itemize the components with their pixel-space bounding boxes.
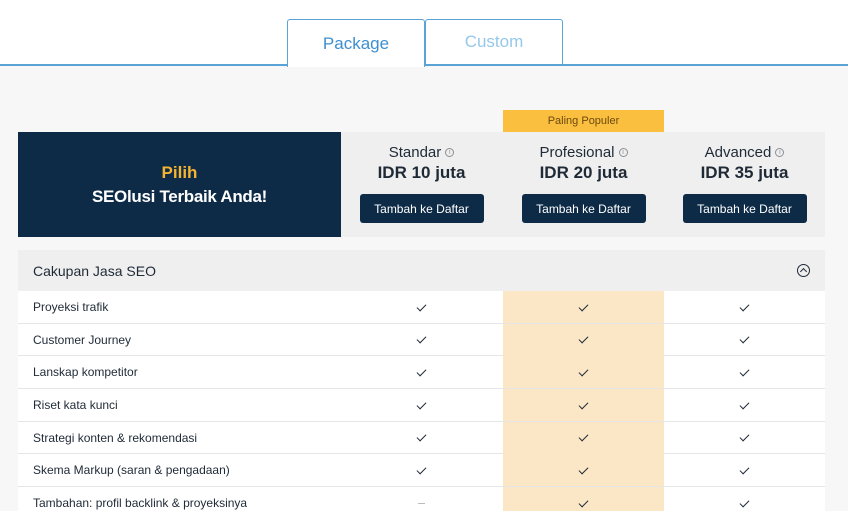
plan-price: IDR 20 juta xyxy=(539,163,628,182)
plan-name: Advanced i xyxy=(705,144,785,161)
check-icon xyxy=(739,301,750,311)
check-icon xyxy=(739,497,750,508)
section-toggle-seo-scope[interactable]: Cakupan Jasa SEO xyxy=(18,250,825,291)
feature-cell xyxy=(664,487,825,511)
feature-cell xyxy=(664,422,825,454)
hero-pick-text: Pilih xyxy=(161,162,198,182)
table-row: Tambahan: profil backlink & proyeksinya xyxy=(18,487,825,511)
check-icon xyxy=(578,399,589,410)
table-row: Lanskap kompetitor xyxy=(18,356,825,390)
feature-cell xyxy=(503,487,664,511)
feature-cell xyxy=(341,291,502,323)
check-icon xyxy=(416,366,427,377)
tab-bar: Package Custom xyxy=(0,0,848,67)
feature-cell xyxy=(341,487,502,511)
check-icon xyxy=(416,464,427,475)
feature-cell xyxy=(664,389,825,421)
check-icon xyxy=(416,333,427,344)
plan-price: IDR 10 juta xyxy=(377,163,466,182)
check-icon xyxy=(739,399,750,410)
popular-badge: Paling Populer xyxy=(503,110,664,132)
tab-custom[interactable]: Custom xyxy=(425,19,563,64)
feature-label: Riset kata kunci xyxy=(33,398,118,413)
check-icon xyxy=(739,431,750,442)
hero-panel: Pilih SEOlusi Terbaik Anda! xyxy=(18,132,341,237)
check-icon xyxy=(739,366,750,377)
plan-name: Profesional i xyxy=(539,144,628,161)
feature-cell xyxy=(341,324,502,356)
feature-label: Proyeksi trafik xyxy=(33,300,109,314)
feature-cell xyxy=(341,356,502,388)
pricing-table: Paling Populer Pilih SEOlusi Terbaik And… xyxy=(0,66,848,511)
add-to-list-button[interactable]: Tambah ke Daftar xyxy=(521,194,646,223)
plan-standar: Standar i IDR 10 juta Tambah ke Daftar xyxy=(341,132,502,237)
hero-title: SEOlusi Terbaik Anda! xyxy=(91,186,268,206)
feature-cell xyxy=(341,389,502,421)
check-icon xyxy=(578,333,589,344)
dash-icon xyxy=(418,502,425,504)
pricing-header: Pilih SEOlusi Terbaik Anda! Standar i ID… xyxy=(18,132,825,237)
feature-label: Customer Journey xyxy=(33,332,132,347)
feature-cell xyxy=(341,422,502,454)
feature-cell xyxy=(341,454,502,486)
table-row: Strategi konten & rekomendasi xyxy=(18,421,825,455)
feature-cell xyxy=(664,454,825,486)
plan-name-label: Standar xyxy=(388,144,442,161)
plan-price: IDR 35 juta xyxy=(700,163,789,182)
feature-cell xyxy=(664,356,825,388)
tab-package[interactable]: Package xyxy=(287,19,425,67)
check-icon xyxy=(739,333,750,344)
feature-cell xyxy=(503,389,664,422)
chevron-up-circle-icon[interactable] xyxy=(797,264,810,277)
info-icon[interactable]: i xyxy=(618,148,628,157)
feature-cell xyxy=(503,454,664,487)
feature-cell xyxy=(503,323,664,356)
check-icon xyxy=(578,497,589,508)
feature-cell xyxy=(503,421,664,454)
table-row: Skema Markup (saran & pengadaan) xyxy=(18,454,825,488)
table-row: Customer Journey xyxy=(18,323,825,357)
add-to-list-button[interactable]: Tambah ke Daftar xyxy=(359,194,484,223)
feature-cell xyxy=(503,291,664,323)
section-title: Cakupan Jasa SEO xyxy=(33,262,156,279)
check-icon xyxy=(578,431,589,442)
check-icon xyxy=(416,301,427,311)
table-row: Riset kata kunci xyxy=(18,389,825,422)
info-icon[interactable]: i xyxy=(445,148,455,157)
plan-name: Standar i xyxy=(389,144,455,161)
info-icon[interactable]: i xyxy=(775,148,785,157)
check-icon xyxy=(416,399,427,410)
check-icon xyxy=(578,464,589,475)
feature-cell xyxy=(664,324,825,356)
check-icon xyxy=(416,431,427,442)
check-icon xyxy=(739,464,750,475)
feature-label: Lanskap kompetitor xyxy=(33,365,138,380)
feature-label: Strategi konten & rekomendasi xyxy=(33,430,198,445)
plan-name-label: Advanced xyxy=(704,144,772,161)
check-icon xyxy=(578,301,589,311)
feature-cell xyxy=(664,291,825,323)
feature-label: Tambahan: profil backlink & proyeksinya xyxy=(33,496,248,511)
plan-name-label: Profesional xyxy=(539,144,615,161)
feature-list: Proyeksi trafik Customer Journey Lanskap k… xyxy=(18,291,825,511)
add-to-list-button[interactable]: Tambah ke Daftar xyxy=(682,194,807,223)
plan-advanced: Advanced i IDR 35 juta Tambah ke Daftar xyxy=(664,132,825,237)
feature-cell xyxy=(503,356,664,389)
table-row: Proyeksi trafik xyxy=(18,291,825,324)
feature-label: Skema Markup (saran & pengadaan) xyxy=(33,463,230,478)
check-icon xyxy=(578,366,589,377)
plan-profesional: Profesional i IDR 20 juta Tambah ke Daft… xyxy=(503,132,664,237)
